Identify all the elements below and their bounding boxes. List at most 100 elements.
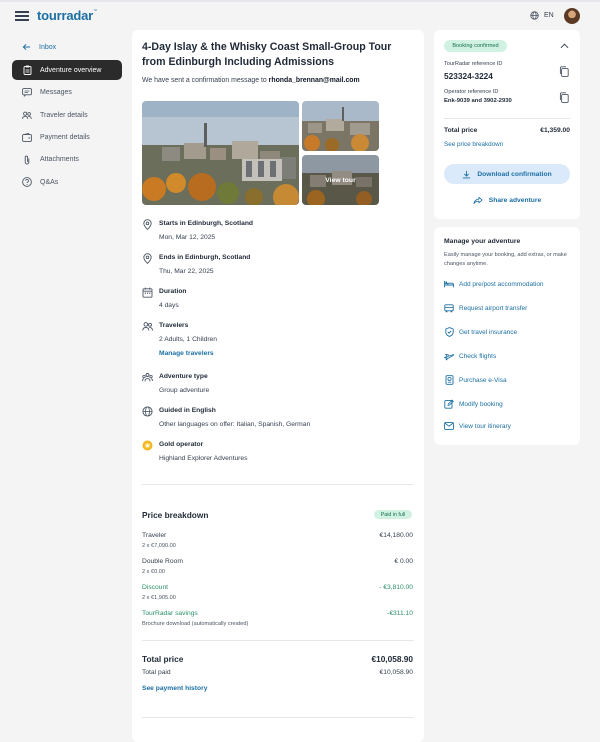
globe-icon — [142, 406, 153, 417]
sidebar-item-traveler-details[interactable]: Traveler details — [12, 105, 122, 125]
booking-total-label: Total price — [444, 127, 478, 134]
trip-start: Starts in Edinburgh, Scotland Mon, Mar 1… — [142, 219, 402, 245]
operator-title: Gold operator — [159, 441, 204, 448]
travel-insurance-link[interactable]: Get travel insurance — [444, 327, 517, 337]
sidebar: Inbox Adventure overview Messages Travel… — [12, 40, 122, 192]
confirmation-email: rhonda_brennan@mail.com — [268, 77, 360, 84]
link-label: Request airport transfer — [459, 304, 528, 312]
copy-icon[interactable] — [559, 66, 569, 77]
tourradar-ref-value: 523324-3224 — [444, 71, 493, 81]
sidebar-item-label: Attachments — [40, 156, 79, 164]
link-label: Check flights — [459, 352, 497, 360]
modify-booking-link[interactable]: Modify booking — [444, 399, 503, 409]
sidebar-item-label: Traveler details — [40, 111, 88, 119]
total-price-label: Total price — [142, 654, 184, 664]
start-date: Mon, Mar 12, 2025 — [159, 234, 216, 241]
sidebar-item-adventure-overview[interactable]: Adventure overview — [12, 60, 122, 81]
trip-adventure-type: Adventure type Group adventure — [142, 372, 402, 398]
location-pin-icon — [143, 219, 152, 230]
sidebar-item-payment-details[interactable]: Payment details — [12, 128, 122, 148]
end-location: Ends in Edinburgh, Scotland — [159, 254, 251, 261]
download-confirmation-button[interactable]: Download confirmation — [444, 164, 570, 184]
purchase-evisa-link[interactable]: Purchase e-Visa — [444, 375, 507, 385]
paperclip-icon — [22, 155, 32, 165]
shield-check-icon — [444, 327, 454, 337]
trip-operator: Gold operator Highland Explorer Adventur… — [142, 440, 402, 466]
price-breakdown-title: Price breakdown — [142, 510, 209, 520]
back-to-inbox-link[interactable]: Inbox — [12, 40, 122, 54]
sidebar-item-messages[interactable]: Messages — [12, 83, 122, 103]
adventure-type-title: Adventure type — [159, 373, 208, 380]
link-label: View tour itinerary — [459, 422, 511, 430]
share-adventure-button[interactable]: Share adventure — [444, 193, 570, 207]
arrow-left-icon — [22, 43, 31, 51]
trip-duration: Duration 4 days — [142, 287, 402, 313]
copy-icon[interactable] — [559, 92, 569, 103]
users-icon — [22, 110, 32, 120]
check-flights-link[interactable]: Check flights — [444, 351, 496, 361]
paid-in-full-badge: Paid in full — [374, 510, 412, 519]
tour-photo-secondary[interactable] — [302, 101, 379, 151]
divider — [142, 484, 414, 485]
total-paid-amount: €10,058.90 — [379, 669, 413, 676]
bed-icon — [444, 279, 454, 289]
booking-total-value: €1,359.00 — [540, 127, 570, 134]
end-date: Thu, Mar 22, 2025 — [159, 268, 214, 275]
sidebar-item-label: Payment details — [40, 134, 90, 142]
link-label: Purchase e-Visa — [459, 376, 507, 384]
tour-photo-main[interactable] — [142, 101, 299, 205]
question-icon — [22, 177, 32, 188]
tourradar-ref-label: TourRadar reference ID — [444, 61, 503, 67]
payment-history-link[interactable]: See payment history — [142, 685, 207, 692]
language-selector[interactable]: EN — [530, 11, 554, 20]
download-confirmation-label: Download confirmation — [477, 170, 552, 178]
inbox-label: Inbox — [39, 43, 57, 51]
link-label: Modify booking — [459, 400, 503, 408]
sidebar-item-label: Messages — [40, 89, 72, 97]
trip-travelers: Travelers 2 Adults, 1 Children Manage tr… — [142, 321, 402, 361]
view-itinerary-link[interactable]: View tour itinerary — [444, 421, 511, 431]
view-tour-photo[interactable]: View tour — [302, 155, 379, 205]
travelers-title: Travelers — [159, 322, 189, 329]
operator-name: Highland Explorer Adventures — [159, 455, 248, 462]
adventure-overview-card: 4-Day Islay & the Whisky Coast Small-Gro… — [132, 30, 424, 742]
users-icon — [142, 322, 153, 331]
calendar-icon — [142, 287, 153, 298]
see-price-breakdown-link[interactable]: See price breakdown — [444, 141, 503, 148]
adventure-type-value: Group adventure — [159, 387, 210, 394]
operator-ref-value: Enk-9039 and 3902-2930 — [444, 98, 512, 104]
top-bar: tourradar™ EN — [0, 0, 600, 30]
manage-travelers-link[interactable]: Manage travelers — [159, 350, 214, 357]
airport-transfer-link[interactable]: Request airport transfer — [444, 303, 527, 313]
mail-icon — [444, 421, 454, 431]
group-icon — [142, 373, 153, 382]
sidebar-item-attachments[interactable]: Attachments — [12, 150, 122, 170]
share-icon — [473, 196, 483, 204]
manage-adventure-subtitle: Easily manage your booking, add extras, … — [444, 252, 567, 267]
chevron-up-icon[interactable] — [560, 43, 569, 49]
link-label: Get travel insurance — [459, 328, 518, 336]
avatar[interactable] — [564, 8, 580, 24]
add-accommodation-link[interactable]: Add pre/post accommodation — [444, 279, 544, 289]
guided-language-title: Guided in English — [159, 407, 216, 414]
duration-title: Duration — [159, 288, 187, 295]
travelers-count: 2 Adults, 1 Children — [159, 336, 217, 343]
operator-ref-label: Operator reference ID — [444, 89, 499, 95]
tourradar-logo[interactable]: tourradar™ — [37, 8, 97, 23]
wallet-icon — [22, 133, 32, 143]
passport-icon — [444, 375, 454, 385]
location-pin-icon — [143, 253, 152, 264]
gold-badge-icon — [142, 440, 153, 451]
globe-icon — [530, 11, 539, 20]
duration-value: 4 days — [159, 302, 179, 309]
menu-icon[interactable] — [15, 11, 29, 21]
sidebar-item-qas[interactable]: Q&As — [12, 172, 122, 192]
other-languages: Other languages on offer: Italian, Spani… — [159, 421, 311, 428]
plane-icon — [444, 351, 454, 361]
total-paid-label: Total paid — [142, 669, 171, 676]
sidebar-item-label: Adventure overview — [40, 66, 102, 74]
booking-summary-card: Booking confirmed TourRadar reference ID… — [434, 30, 580, 219]
total-price-amount: €10,058.90 — [371, 654, 413, 664]
manage-adventure-title: Manage your adventure — [444, 238, 521, 245]
view-tour-button[interactable]: View tour — [302, 155, 379, 205]
